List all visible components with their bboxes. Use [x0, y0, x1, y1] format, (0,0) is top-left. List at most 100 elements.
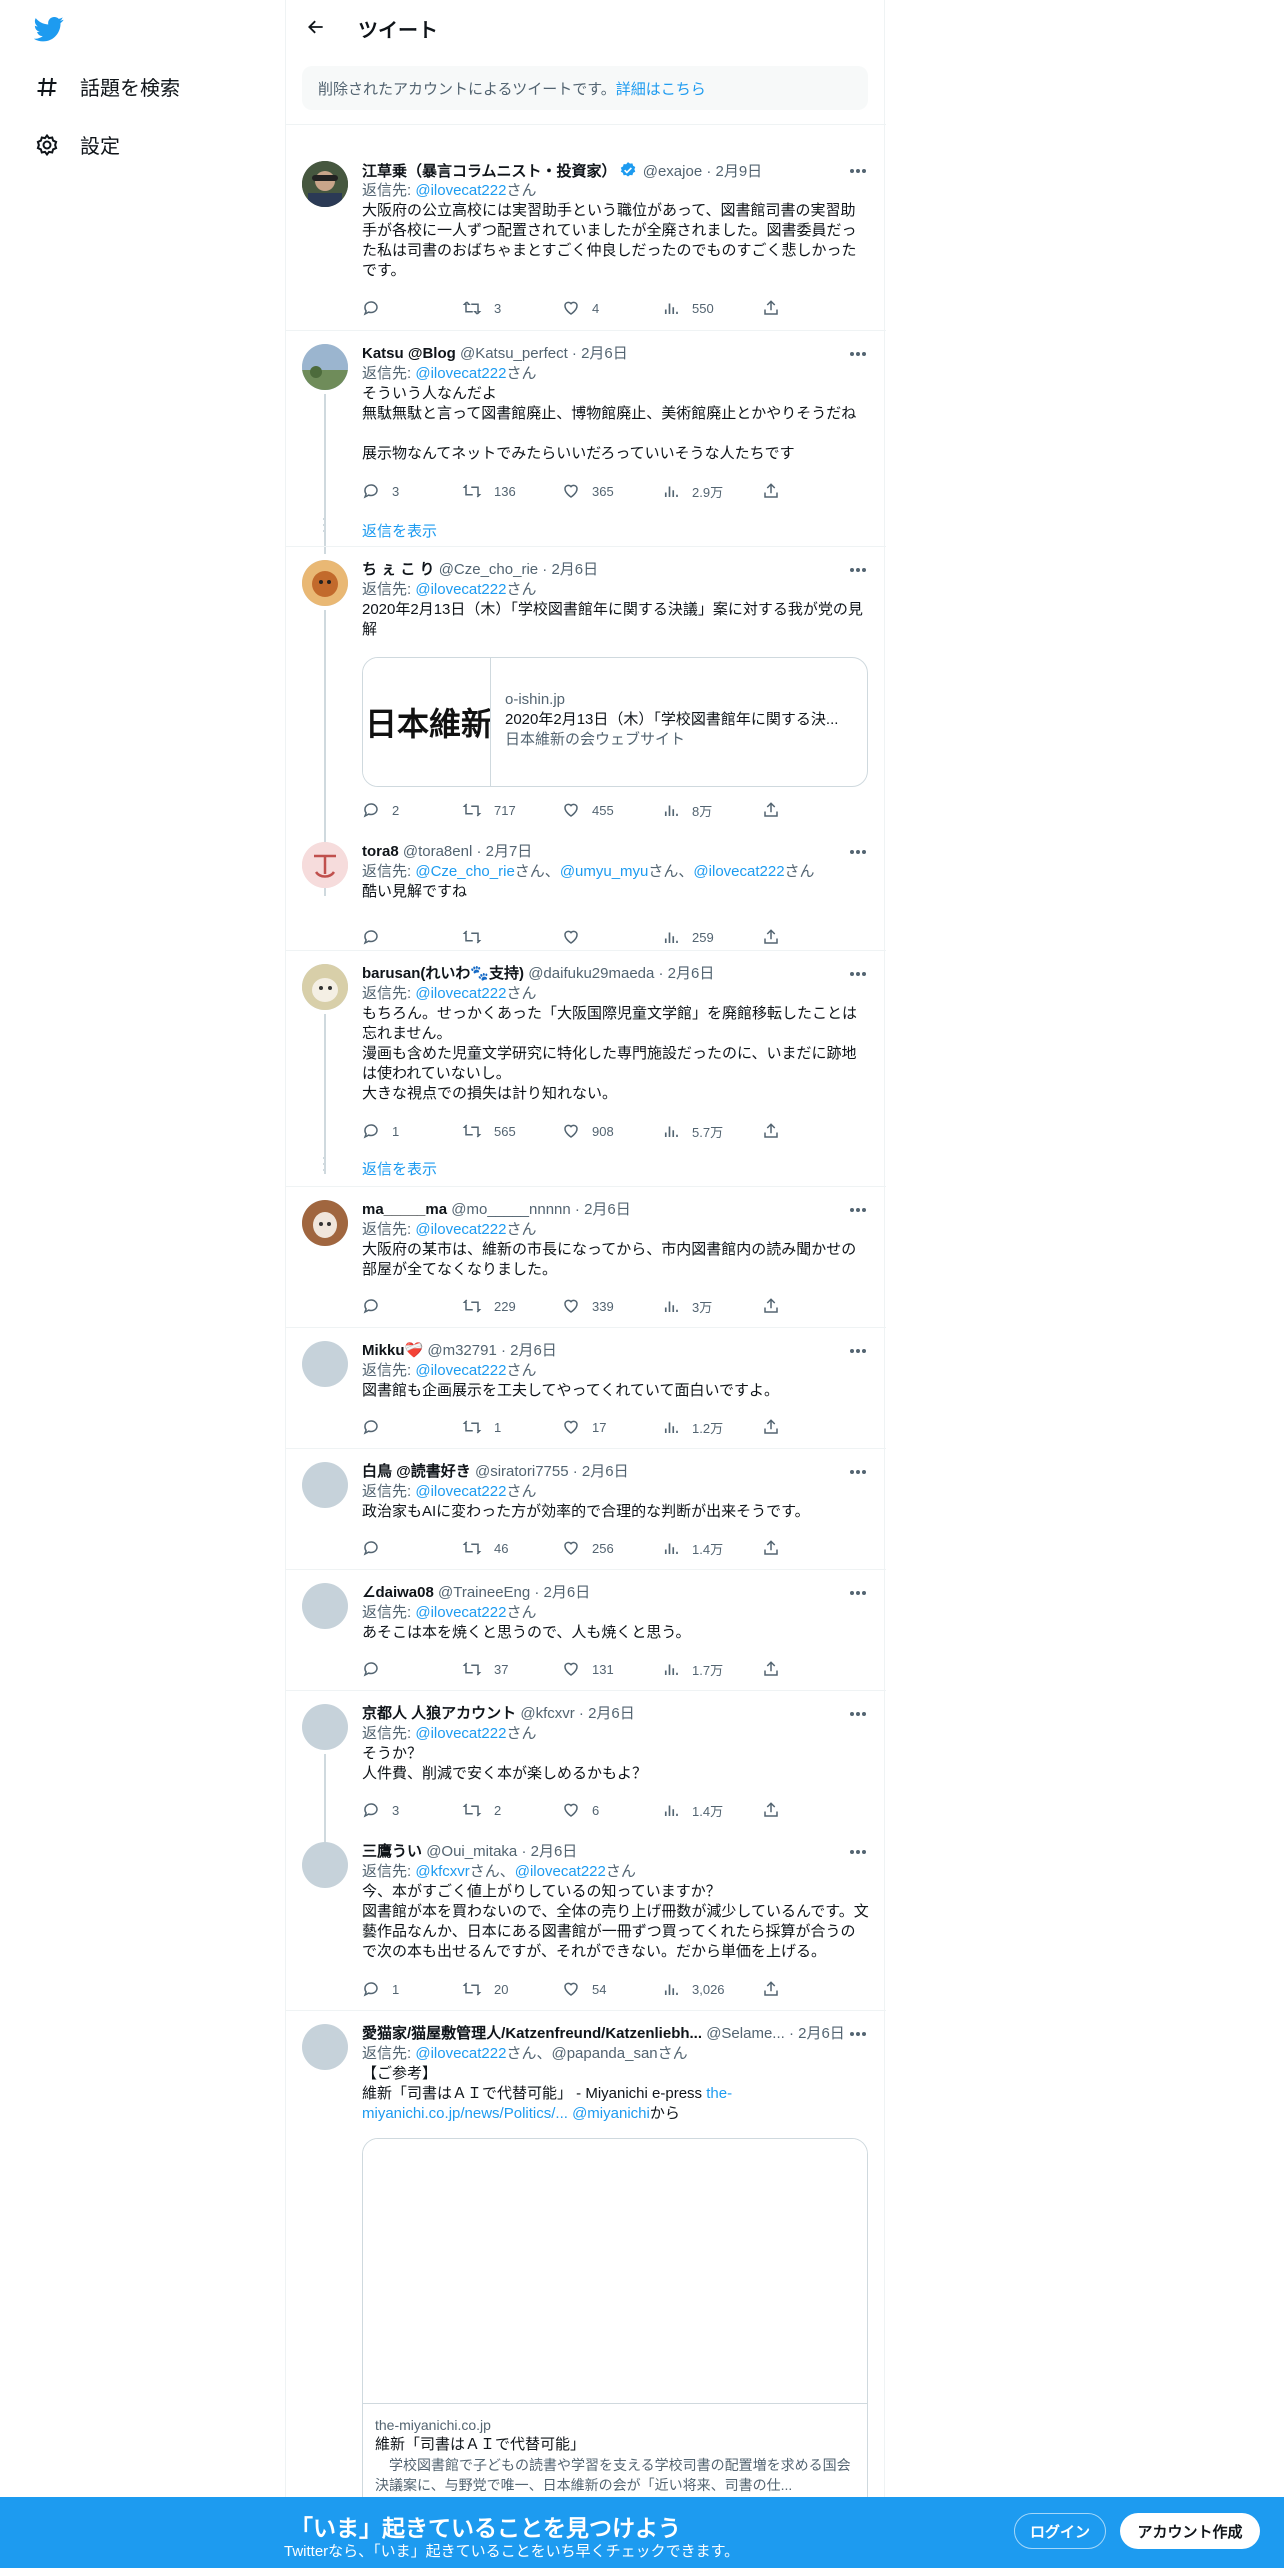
views-button[interactable]: 2.9万 [662, 481, 762, 501]
like-button[interactable]: 4 [562, 298, 662, 318]
mention-link[interactable]: @miyanichi [572, 2105, 650, 2122]
reply-button[interactable] [362, 1538, 462, 1558]
avatar[interactable] [302, 1462, 348, 1508]
reply-button[interactable] [362, 298, 462, 318]
avatar[interactable] [302, 560, 348, 606]
avatar[interactable] [302, 1341, 348, 1387]
retweet-button[interactable]: 46 [462, 1538, 562, 1558]
mention-link[interactable]: @ilovecat222 [415, 1604, 506, 1621]
avatar[interactable] [302, 842, 348, 888]
retweet-button[interactable]: 1 [462, 1417, 562, 1437]
retweet-button[interactable]: 37 [462, 1659, 562, 1679]
views-button[interactable]: 1.7万 [662, 1659, 762, 1679]
author-handle[interactable]: @Oui_mitaka · 2月6日 [426, 1843, 577, 1860]
mention-link[interactable]: @ilovecat222 [415, 1725, 506, 1742]
mention-link[interactable]: @ilovecat222 [415, 365, 506, 382]
author-name[interactable]: 京都人 人狼アカウント [362, 1705, 516, 1722]
share-button[interactable] [762, 1296, 792, 1316]
author-name[interactable]: 三鷹うい [362, 1843, 422, 1860]
retweet-button[interactable]: 565 [462, 1121, 562, 1141]
author-name[interactable]: ち ぇ こ り [362, 561, 435, 578]
like-button[interactable]: 365 [562, 481, 662, 501]
reply-button[interactable]: 1 [362, 1121, 462, 1141]
more-icon[interactable] [846, 344, 870, 364]
author-name[interactable]: barusan(れいわ🐾支持) [362, 965, 524, 982]
avatar[interactable] [302, 2024, 348, 2070]
twitter-logo-icon[interactable] [33, 14, 64, 44]
show-replies-link[interactable]: 返信を表示 [362, 520, 437, 541]
mention-link[interactable]: @ilovecat222 [415, 1362, 506, 1379]
author-name[interactable]: ∠daiwa08 [362, 1584, 434, 1601]
share-button[interactable] [762, 481, 792, 501]
avatar[interactable] [302, 344, 348, 390]
share-button[interactable] [762, 1979, 792, 1999]
retweet-button[interactable]: 3 [462, 298, 562, 318]
avatar[interactable] [302, 964, 348, 1010]
reply-button[interactable] [362, 1296, 462, 1316]
reply-button[interactable] [362, 927, 462, 947]
author-handle[interactable]: @daifuku29maeda · 2月6日 [528, 965, 714, 982]
avatar[interactable] [302, 1704, 348, 1750]
share-button[interactable] [762, 800, 792, 820]
author-name[interactable]: 愛猫家/猫屋敷管理人/Katzenfreund/Katzenliebh... [362, 2025, 702, 2042]
share-button[interactable] [762, 1659, 792, 1679]
retweet-button[interactable]: 2 [462, 1800, 562, 1820]
author-name[interactable]: Mikku❤️‍🩹 [362, 1342, 423, 1359]
like-button[interactable]: 256 [562, 1538, 662, 1558]
share-button[interactable] [762, 298, 792, 318]
mention-link[interactable]: @ilovecat222 [415, 1221, 506, 1238]
reply-button[interactable]: 2 [362, 800, 462, 820]
author-name[interactable]: 白鳥 @読書好き [362, 1463, 471, 1480]
author-handle[interactable]: @mo_____nnnnn · 2月6日 [451, 1201, 631, 1218]
nav-settings[interactable]: 設定 [34, 130, 120, 159]
share-button[interactable] [762, 1538, 792, 1558]
share-button[interactable] [762, 1417, 792, 1437]
views-button[interactable]: 550 [662, 298, 762, 318]
author-handle[interactable]: @Katsu_perfect · 2月6日 [460, 345, 628, 362]
avatar[interactable] [302, 161, 348, 207]
author-handle[interactable]: @tora8enl · 2月7日 [403, 843, 532, 860]
link-card[interactable]: 日本維新 o-ishin.jp 2020年2月13日（木）「学校図書館年に関する… [362, 657, 868, 787]
mention-link[interactable]: @umyu_myu [560, 863, 649, 880]
reply-button[interactable]: 3 [362, 1800, 462, 1820]
mention-link[interactable]: @ilovecat222 [415, 1483, 506, 1500]
views-button[interactable]: 1.2万 [662, 1417, 762, 1437]
mention-link[interactable]: @Cze_cho_rie [415, 863, 514, 880]
author-name[interactable]: tora8 [362, 843, 399, 860]
author-handle[interactable]: @Selame... · 2月6日 [706, 2025, 845, 2042]
more-icon[interactable] [846, 1200, 870, 1220]
more-icon[interactable] [846, 964, 870, 984]
back-arrow-icon[interactable] [301, 12, 331, 42]
reply-button[interactable]: 3 [362, 481, 462, 501]
reply-button[interactable] [362, 1417, 462, 1437]
views-button[interactable]: 5.7万 [662, 1121, 762, 1141]
like-button[interactable]: 54 [562, 1979, 662, 1999]
nav-explore[interactable]: 話題を検索 [34, 72, 180, 101]
share-button[interactable] [762, 1800, 792, 1820]
like-button[interactable]: 339 [562, 1296, 662, 1316]
reply-button[interactable] [362, 1659, 462, 1679]
like-button[interactable]: 455 [562, 800, 662, 820]
views-button[interactable]: 1.4万 [662, 1800, 762, 1820]
like-button[interactable]: 6 [562, 1800, 662, 1820]
author-handle[interactable]: @TraineeEng · 2月6日 [438, 1584, 590, 1601]
mention-link[interactable]: @papanda_san [551, 2045, 657, 2062]
author-name[interactable]: ma_____ma [362, 1201, 447, 1218]
retweet-button[interactable]: 136 [462, 481, 562, 501]
login-button[interactable]: ログイン [1014, 2513, 1106, 2549]
link-card[interactable]: the-miyanichi.co.jp 維新「司書はＡＩで代替可能」 学校図書館… [362, 2138, 868, 2538]
like-button[interactable]: 131 [562, 1659, 662, 1679]
mention-link[interactable]: @ilovecat222 [415, 985, 506, 1002]
like-button[interactable]: 17 [562, 1417, 662, 1437]
views-button[interactable]: 3万 [662, 1296, 762, 1316]
views-button[interactable]: 3,026 [662, 1979, 762, 1999]
author-handle[interactable]: @m32791 · 2月6日 [427, 1342, 556, 1359]
more-icon[interactable] [846, 1704, 870, 1724]
more-icon[interactable] [846, 1341, 870, 1361]
like-button[interactable] [562, 927, 662, 947]
more-icon[interactable] [846, 161, 870, 181]
mention-link[interactable]: @ilovecat222 [415, 2045, 506, 2062]
mention-link[interactable]: @kfcxvr [415, 1863, 469, 1880]
mention-link[interactable]: @ilovecat222 [415, 581, 506, 598]
show-replies-link[interactable]: 返信を表示 [362, 1158, 437, 1179]
